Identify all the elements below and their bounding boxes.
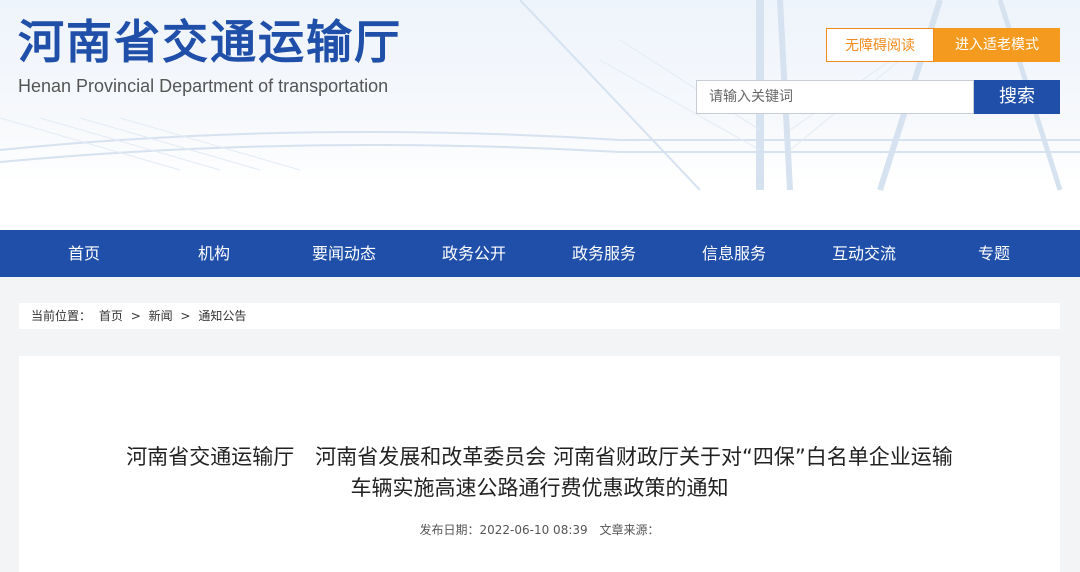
nav-item-news[interactable]: 要闻动态 [279,230,409,277]
header-banner: 河南省交通运输厅 Henan Provincial Department of … [0,0,1080,230]
site-title: 河南省交通运输厅 [18,15,402,69]
article-title: 河南省交通运输厅 河南省发展和改革委员会 河南省财政厅关于对“四保”白名单企业运… [19,442,1060,504]
article-title-line: 车辆实施高速公路通行费优惠政策的通知 [350,476,729,500]
breadcrumb-link-notices[interactable]: 通知公告 [198,309,246,323]
main-nav: 首页 机构 要闻动态 政务公开 政务服务 信息服务 互动交流 专题 [0,230,1080,277]
breadcrumb-prefix: 当前位置： [31,309,92,323]
site-subtitle: Henan Provincial Department of transport… [18,76,389,96]
nav-item-info-services[interactable]: 信息服务 [669,230,799,277]
breadcrumb-separator: > [180,309,191,323]
search-button[interactable]: 搜索 [974,80,1060,114]
breadcrumb-separator: > [130,309,141,323]
nav-item-government-services[interactable]: 政务服务 [539,230,669,277]
article-meta: 发布日期：2022-06-10 08:39 文章来源： [19,521,1060,538]
publish-date: 发布日期：2022-06-10 08:39 [419,523,588,537]
article-card: 河南省交通运输厅 河南省发展和改革委员会 河南省财政厅关于对“四保”白名单企业运… [19,356,1060,572]
article-title-line: 河南省交通运输厅 河南省发展和改革委员会 河南省财政厅关于对“四保”白名单企业运… [126,445,953,469]
search-input[interactable] [696,80,974,114]
breadcrumb-link-home[interactable]: 首页 [99,309,123,323]
nav-item-organization[interactable]: 机构 [149,230,279,277]
nav-item-interaction[interactable]: 互动交流 [799,230,929,277]
elder-mode-button[interactable]: 进入适老模式 [934,28,1060,62]
nav-item-topics[interactable]: 专题 [929,230,1059,277]
breadcrumb: 当前位置： 首页 > 新闻 > 通知公告 [19,303,1060,329]
article-source: 文章来源： [599,523,660,537]
nav-item-government-affairs[interactable]: 政务公开 [409,230,539,277]
breadcrumb-link-news[interactable]: 新闻 [149,309,173,323]
nav-item-home[interactable]: 首页 [19,230,149,277]
accessibility-reading-button[interactable]: 无障碍阅读 [826,28,934,62]
